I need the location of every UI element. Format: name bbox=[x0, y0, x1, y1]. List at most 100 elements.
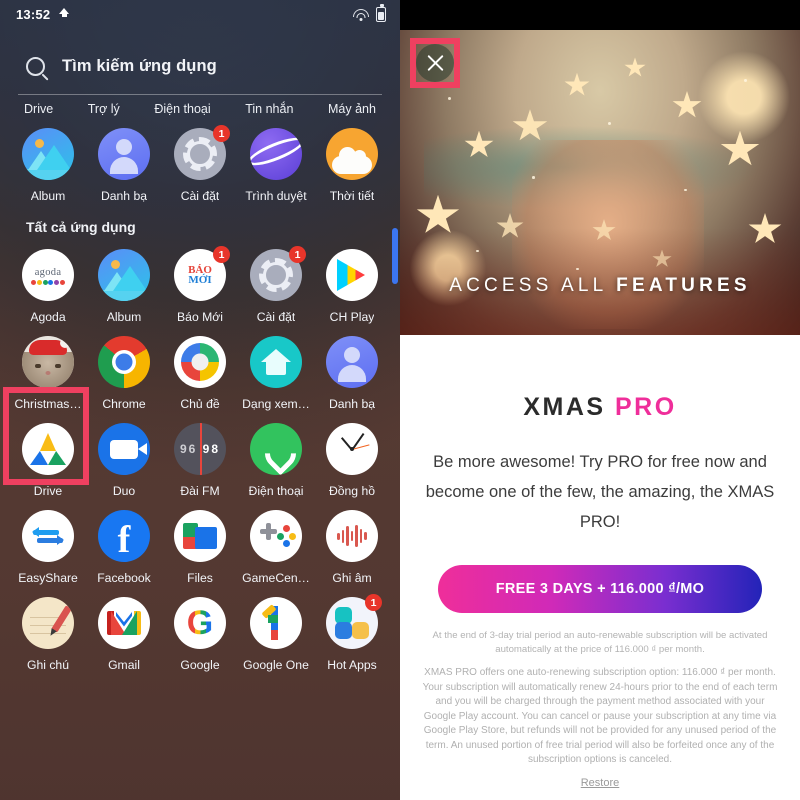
app-label: Files bbox=[187, 571, 213, 585]
browser-icon bbox=[250, 128, 302, 180]
app-icon-recorder[interactable]: Ghi âm bbox=[314, 498, 390, 585]
app-label: Thời tiết bbox=[329, 189, 375, 203]
contacts-icon bbox=[98, 128, 150, 180]
notification-badge: 1 bbox=[213, 246, 230, 263]
easyshare-icon bbox=[22, 510, 74, 562]
close-icon[interactable] bbox=[416, 44, 454, 82]
subscription-terms-text: XMAS PRO offers one auto-renewing subscr… bbox=[422, 667, 778, 765]
app-icon-hot-apps[interactable]: 1 Hot Apps bbox=[314, 585, 390, 672]
agoda-wordmark: agoda bbox=[34, 266, 62, 278]
suggestion-chip[interactable]: Drive bbox=[24, 102, 53, 116]
files-icon bbox=[174, 510, 226, 562]
app-icon-notes[interactable]: Ghi chú bbox=[10, 585, 86, 672]
app-icon-contacts[interactable]: Danh bạ bbox=[86, 116, 162, 203]
hero-caption-regular: ACCESS ALL bbox=[449, 275, 617, 296]
app-label: Trình duyệt bbox=[245, 189, 307, 203]
app-label: Dạng xem… bbox=[242, 397, 310, 411]
notification-badge: 1 bbox=[365, 594, 382, 611]
app-icon-ch-play[interactable]: CH Play bbox=[314, 237, 390, 324]
app-icon-album[interactable]: Album bbox=[10, 116, 86, 203]
app-icon-settings[interactable]: 1 Cài đặt bbox=[238, 237, 314, 324]
app-label: Gmail bbox=[108, 658, 140, 672]
google-one-icon bbox=[250, 597, 302, 649]
app-label: Chrome bbox=[102, 397, 146, 411]
app-label: Agoda bbox=[30, 310, 66, 324]
app-icon-contacts[interactable]: Danh bạ bbox=[314, 324, 390, 411]
app-label: Chủ đề bbox=[180, 397, 220, 411]
christmas-app-highlight-box bbox=[3, 387, 89, 485]
app-icon-clock[interactable]: Đồng hồ bbox=[314, 411, 390, 498]
suggestion-chip[interactable]: Tin nhắn bbox=[245, 102, 293, 116]
photos-icon bbox=[98, 249, 150, 301]
notification-badge: 1 bbox=[213, 125, 230, 142]
brand-name: XMAS bbox=[523, 393, 615, 421]
trial-terms-text: At the end of 3-day trial period an auto… bbox=[432, 630, 768, 655]
app-icon-chrome[interactable]: Chrome bbox=[86, 324, 162, 411]
app-icon-google[interactable]: G Google bbox=[162, 585, 238, 672]
app-icon-settings[interactable]: 1 Cài đặt bbox=[162, 116, 238, 203]
app-list-scrollbar[interactable] bbox=[392, 228, 398, 284]
app-label: Điện thoại bbox=[248, 484, 304, 498]
all-apps-title: Tất cả ứng dụng bbox=[26, 219, 136, 235]
brand-pro: PRO bbox=[615, 393, 677, 421]
pitch-text: Be more awesome! Try PRO for free now an… bbox=[425, 453, 775, 531]
wifi-icon bbox=[352, 8, 369, 21]
app-label: Duo bbox=[112, 484, 136, 498]
app-label: Cài đặt bbox=[180, 189, 220, 203]
screenshot-root: 13:52 Tìm kiếm ứng dụng Drive Trợ lý Điệ… bbox=[0, 0, 800, 800]
status-bar: 13:52 bbox=[0, 0, 400, 28]
app-icon-fm-radio[interactable]: 96 98 Đài FM bbox=[162, 411, 238, 498]
app-icon-album[interactable]: Album bbox=[86, 237, 162, 324]
chrome-icon bbox=[98, 336, 150, 388]
search-placeholder: Tìm kiếm ứng dụng bbox=[62, 56, 217, 75]
app-icon-agoda[interactable]: agoda Agoda bbox=[10, 237, 86, 324]
contacts-icon bbox=[326, 336, 378, 388]
app-icon-phone[interactable]: Điện thoại bbox=[238, 411, 314, 498]
suggestion-chip[interactable]: Trợ lý bbox=[88, 102, 120, 116]
app-search-bar[interactable]: Tìm kiếm ứng dụng bbox=[0, 28, 400, 84]
app-label: GameCen… bbox=[242, 571, 310, 585]
app-label: CH Play bbox=[329, 310, 375, 324]
notes-icon bbox=[22, 597, 74, 649]
hero-image: ACCESS ALL FEATURES bbox=[400, 30, 800, 335]
fm-freq-right: 98 bbox=[202, 442, 221, 456]
hot-apps-icon: 1 bbox=[326, 594, 382, 649]
app-label: Album bbox=[106, 310, 142, 324]
app-icon-weather[interactable]: Thời tiết bbox=[314, 116, 390, 203]
app-icon-facebook[interactable]: f Facebook bbox=[86, 498, 162, 585]
app-label: Cài đặt bbox=[256, 310, 296, 324]
favorites-grid: Album Danh bạ 1 Cài đặt Trình duyệt Thời… bbox=[0, 116, 400, 203]
app-icon-theme[interactable]: Chủ đề bbox=[162, 324, 238, 411]
app-icon-view-mode[interactable]: Dạng xem… bbox=[238, 324, 314, 411]
page-title: XMAS PRO bbox=[400, 393, 800, 422]
suggestion-chip[interactable]: Điện thoại bbox=[154, 102, 210, 116]
app-icon-game-center[interactable]: GameCen… bbox=[238, 498, 314, 585]
duo-icon bbox=[98, 423, 150, 475]
photos-icon bbox=[22, 128, 74, 180]
app-label: Danh bạ bbox=[328, 397, 376, 411]
app-label: Đồng hồ bbox=[328, 484, 376, 498]
app-icon-easyshare[interactable]: EasyShare bbox=[10, 498, 86, 585]
hero-caption-bold: FEATURES bbox=[616, 275, 751, 296]
app-icon-browser[interactable]: Trình duyệt bbox=[238, 116, 314, 203]
search-icon bbox=[26, 56, 45, 76]
search-suggestions: Drive Trợ lý Điện thoại Tin nhắn Máy ảnh bbox=[18, 94, 382, 116]
app-icon-files[interactable]: Files bbox=[162, 498, 238, 585]
app-label: Báo Mới bbox=[177, 310, 223, 324]
subscribe-button[interactable]: FREE 3 DAYS + 116.000 ₫/MO bbox=[438, 565, 762, 613]
app-icon-duo[interactable]: Duo bbox=[86, 411, 162, 498]
paywall-panel: ACCESS ALL FEATURES XMAS PRO Be more awe… bbox=[400, 0, 800, 800]
clock-icon bbox=[326, 423, 378, 475]
app-icon-gmail[interactable]: Gmail bbox=[86, 585, 162, 672]
app-label: Hot Apps bbox=[327, 658, 377, 672]
settings-icon: 1 bbox=[250, 246, 306, 301]
baomoi-icon: BÁO MỚI 1 bbox=[174, 246, 230, 301]
restore-link[interactable]: Restore bbox=[400, 777, 800, 789]
suggestion-chip[interactable]: Máy ảnh bbox=[328, 102, 376, 116]
game-center-icon bbox=[250, 510, 302, 562]
upload-icon bbox=[59, 7, 70, 21]
baomoi-line2: MỚI bbox=[188, 274, 212, 286]
app-icon-baomoi[interactable]: BÁO MỚI 1 Báo Mới bbox=[162, 237, 238, 324]
app-icon-google-one[interactable]: Google One bbox=[238, 585, 314, 672]
app-label: Đài FM bbox=[180, 484, 220, 498]
